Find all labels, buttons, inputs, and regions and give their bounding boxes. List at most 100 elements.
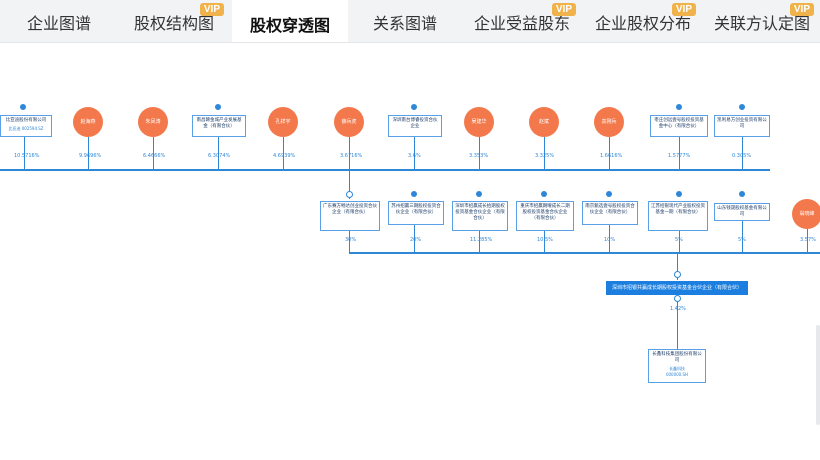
node-label: 山东钱晟股权基金有限公司 [717, 206, 767, 217]
tab-equity-penetration[interactable]: 股权穿透图 [232, 0, 348, 42]
shareholder-person[interactable]: 吴建华 [464, 107, 494, 137]
shareholder-person[interactable]: 孔祥宇 [268, 107, 298, 137]
fund-node[interactable]: 重庆市招赢朗曜成长二期股权投资基金合伙企业（有限合伙） [516, 201, 574, 231]
tab-enterprise-graph[interactable]: 企业图谱 [0, 0, 118, 42]
tab-label: 股权穿透图 [249, 16, 330, 35]
equity-percent: 1.6616% [600, 153, 623, 159]
tab-label: 关系图谱 [372, 14, 437, 33]
tab-label: 股权结构图 [133, 14, 214, 33]
node-label: 翁晓峰 [799, 211, 815, 217]
node-label: 赵海燕 [80, 119, 96, 125]
equity-percent: 10.5716% [14, 153, 40, 159]
equity-percent: 0.305% [732, 153, 752, 159]
tab-label: 企业股权分布 [594, 14, 691, 33]
node-label: 深圳市招银共赢成长期股权投资基金合伙企业（有限合伙） [611, 285, 742, 291]
shareholder-person[interactable]: 袁刚兵 [594, 107, 624, 137]
equity-percent: 20% [410, 237, 422, 243]
node-label: 深圳南台博睿投资合伙企业 [392, 118, 438, 129]
node-label: 枣庄创远壹号股权投资基金中心（有限合伙） [654, 118, 704, 129]
equity-percent: 6.4666% [143, 153, 166, 159]
tab-related-party[interactable]: 关联方认定图 VIP [704, 0, 820, 42]
scrollbar[interactable] [816, 325, 820, 425]
node-label: 000000.SH [665, 372, 689, 377]
expand-dot[interactable] [476, 191, 482, 197]
collapse-toggle[interactable] [674, 271, 681, 278]
node-label: 深圳市招赢成长拾期股权投资基金合伙企业（有限合伙） [455, 204, 505, 221]
fund-node[interactable]: 广东赛方畅达创业投资合伙企业（有限合伙） [320, 201, 380, 231]
node-label: 苏州招赢三期股权投资合伙企业（有限合伙） [391, 204, 441, 215]
node-label: 广东赛方畅达创业投资合伙企业（有限合伙） [323, 204, 377, 215]
node-label: 长鑫科技集团股份有限公司 [652, 352, 702, 363]
node-label: 赵斌 [538, 119, 549, 125]
equity-percent: 1.42% [670, 306, 686, 312]
shareholder-node[interactable]: 比亚迪股份有限公司 比亚迪 002594.SZ [0, 115, 52, 137]
node-label: 孔祥宇 [275, 119, 291, 125]
tab-equity-distribution[interactable]: 企业股权分布 VIP [584, 0, 702, 42]
equity-percent: 10% [604, 237, 616, 243]
equity-percent: 3.6716% [340, 153, 363, 159]
equity-percent: 3.353% [469, 153, 489, 159]
target-company-node[interactable]: 长鑫科技集团股份有限公司 长鑫科技 000000.SH [648, 349, 706, 383]
vip-badge: VIP [551, 3, 576, 16]
node-label: 凯利易方创业投资有限公司 [717, 118, 767, 129]
expand-dot[interactable] [541, 191, 547, 197]
expand-dot[interactable] [20, 104, 26, 110]
equity-percent: 5% [738, 237, 746, 243]
node-label: 南昌赣金城产业发展基金（有限合伙） [196, 118, 242, 129]
expand-dot[interactable] [676, 191, 682, 197]
tab-beneficial-owner[interactable]: 企业受益股东 VIP [462, 0, 582, 42]
fund-node[interactable]: 南京甄选壹号股权投资合伙企业（有限合伙） [582, 201, 638, 225]
vip-badge: VIP [789, 3, 814, 16]
node-label: 袁刚兵 [601, 119, 617, 125]
expand-dot[interactable] [606, 191, 612, 197]
fund-node[interactable]: 江苏招银现代产业股权投资基金一期（有限合伙） [648, 201, 708, 231]
node-label: 比亚迪 002594.SZ [8, 126, 44, 131]
connector-line [349, 252, 820, 254]
equity-percent: 3.57% [800, 237, 816, 243]
shareholder-person[interactable]: 薛兵虎 [334, 107, 364, 137]
tab-equity-structure[interactable]: 股权结构图 VIP [118, 0, 230, 42]
equity-graph-canvas: 比亚迪股份有限公司 比亚迪 002594.SZ 10.5716% 赵海燕 9.96… [0, 43, 820, 460]
shareholder-node[interactable]: 凯利易方创业投资有限公司 [714, 115, 770, 137]
tab-bar: 企业图谱 股权结构图 VIP 股权穿透图 关系图谱 企业受益股东 VIP 企业股权分… [0, 0, 820, 43]
equity-percent: 4.6939% [273, 153, 296, 159]
expand-dot[interactable] [411, 104, 417, 110]
shareholder-node[interactable]: 南昌赣金城产业发展基金（有限合伙） [192, 115, 246, 137]
tab-label: 企业受益股东 [473, 14, 570, 33]
fund-node[interactable]: 苏州招赢三期股权投资合伙企业（有限合伙） [388, 201, 444, 225]
equity-percent: 9.9696% [79, 153, 102, 159]
fund-highlight-node[interactable]: 深圳市招银共赢成长期股权投资基金合伙企业（有限合伙） [606, 281, 748, 295]
fund-node[interactable]: 山东钱晟股权基金有限公司 [714, 203, 770, 221]
equity-percent: 3.325% [535, 153, 555, 159]
expand-dot[interactable] [411, 191, 417, 197]
tab-label: 关联方认定图 [713, 14, 810, 33]
fund-node[interactable]: 深圳市招赢成长拾期股权投资基金合伙企业（有限合伙） [452, 201, 508, 231]
equity-percent: 30% [345, 237, 357, 243]
shareholder-node[interactable]: 深圳南台博睿投资合伙企业 [388, 115, 442, 137]
expand-dot[interactable] [739, 191, 745, 197]
equity-percent: 10.5% [537, 237, 553, 243]
connector-line [0, 169, 770, 171]
vip-badge: VIP [199, 3, 224, 16]
vip-badge: VIP [671, 3, 696, 16]
equity-percent: 5% [675, 237, 683, 243]
shareholder-node[interactable]: 枣庄创远壹号股权投资基金中心（有限合伙） [650, 115, 708, 137]
tab-label: 企业图谱 [26, 14, 91, 33]
shareholder-person[interactable]: 朱凤涛 [138, 107, 168, 137]
node-label: 江苏招银现代产业股权投资基金一期（有限合伙） [651, 204, 705, 215]
expand-dot[interactable] [739, 104, 745, 110]
node-label: 吴建华 [471, 119, 487, 125]
shareholder-person[interactable]: 赵斌 [529, 107, 559, 137]
shareholder-person[interactable]: 赵海燕 [73, 107, 103, 137]
equity-percent: 3.6% [408, 153, 421, 159]
tab-relation-graph[interactable]: 关系图谱 [350, 0, 460, 42]
node-label: 南京甄选壹号股权投资合伙企业（有限合伙） [585, 204, 635, 215]
equity-percent: 11.285% [470, 237, 493, 243]
shareholder-person[interactable]: 翁晓峰 [792, 199, 820, 229]
node-label: 比亚迪股份有限公司 [5, 118, 47, 123]
expand-dot[interactable] [676, 104, 682, 110]
collapse-toggle[interactable] [346, 191, 353, 198]
node-label: 薛兵虎 [341, 119, 357, 125]
equity-percent: 6.3074% [208, 153, 231, 159]
expand-dot[interactable] [215, 104, 221, 110]
